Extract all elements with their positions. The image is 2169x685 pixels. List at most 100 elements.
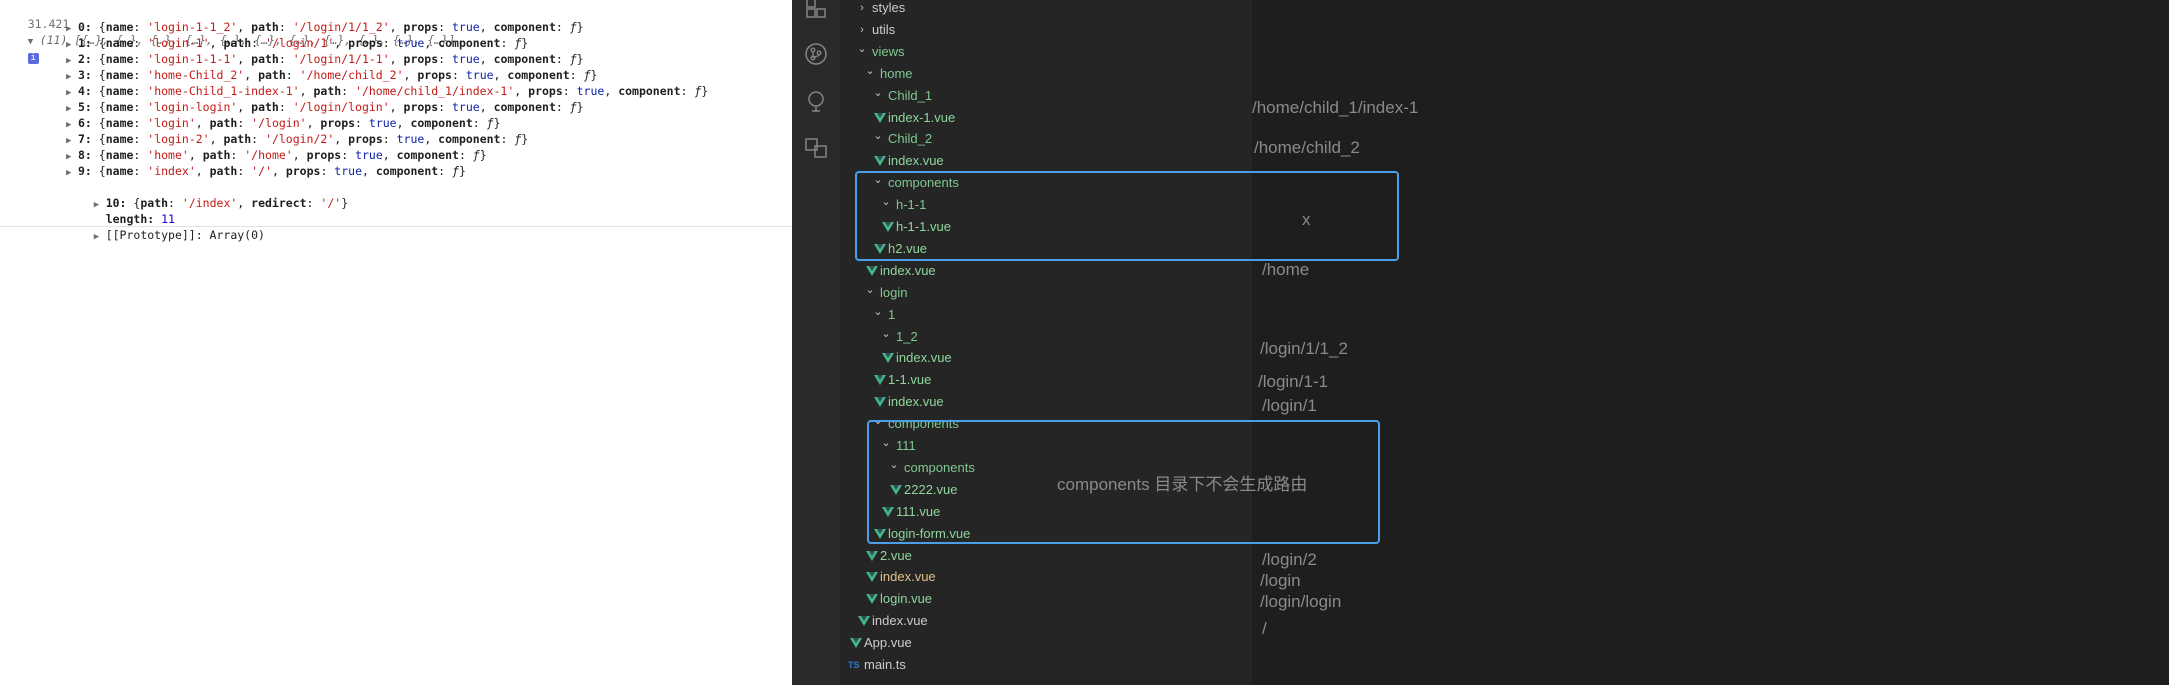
tree-item-label: views (872, 43, 905, 59)
tree-file[interactable]: 2.vueU (840, 545, 1284, 567)
chevron-down-icon[interactable]: ⌄ (864, 279, 876, 301)
annotation-child1: /home/child_1/index-1 (1252, 98, 1419, 117)
console-entry[interactable]: ▶ 0: {name: 'login-1-1_2', path: '/login/… (66, 19, 584, 35)
console-prototype[interactable]: ▶ [[Prototype]]: Array(0) (66, 211, 265, 242)
chevron-down-icon[interactable]: ⌄ (864, 60, 876, 82)
annotation-home: /home (1262, 260, 1310, 279)
tree-file[interactable]: index.vueU (840, 260, 1284, 282)
tree-item-label: main.ts (864, 657, 906, 672)
translate-icon[interactable] (804, 136, 828, 160)
tree-item-label: utils (872, 21, 896, 37)
console-entry[interactable]: ▶ 8: {name: 'home', path: '/home', props:… (66, 147, 487, 163)
annotation-canvas: /home/child_1/index-1 /home/child_2 x /h… (855, 0, 2169, 685)
annotation-child2: /home/child_2 (1254, 138, 1360, 157)
tree-folder[interactable]: ⌄ views (840, 38, 1282, 63)
console-entry-redirect[interactable]: ▶ 10: {path: '/index', redirect: '/'} (66, 179, 348, 210)
vue-file-icon (882, 353, 894, 364)
activity-bar (792, 0, 840, 685)
tree-folder[interactable]: ⌄ login (840, 279, 1282, 304)
console-length: length: 11 (105, 212, 175, 226)
typescript-file-icon: TS (848, 660, 860, 670)
tree-file[interactable]: index.vueM (840, 566, 1285, 588)
tree-item-label: App.vue (864, 635, 912, 651)
tree-file[interactable]: login.vueU (840, 588, 1284, 610)
tree-file[interactable]: App.vue (840, 632, 1252, 654)
tree-item-label: home (880, 65, 913, 81)
console-entry[interactable]: ▶ 2: {name: 'login-1-1-1', path: '/login/… (66, 51, 584, 67)
annotation-components-note: components 目录下不会生成路由 (1057, 475, 1308, 494)
annotation-x-mark: x (1302, 210, 1311, 229)
tree-folder[interactable]: ⌄ Child_2 (840, 125, 1282, 150)
console-entry[interactable]: ▶ 6: {name: 'login', path: '/login', prop… (66, 115, 501, 131)
vue-file-icon (850, 638, 862, 649)
tree-item-label: index.vue (872, 613, 928, 629)
tree-item-label: 1-1.vue (888, 372, 932, 388)
expand-down-icon[interactable]: ▼ (28, 34, 40, 50)
chevron-right-icon[interactable]: › (856, 0, 868, 19)
console-divider (0, 226, 792, 227)
console-entry[interactable]: ▶ 4: {name: 'home-Child_1-index-1', path:… (66, 83, 708, 99)
tree-item-label: 1_2 (896, 328, 918, 344)
chevron-down-icon[interactable]: ⌄ (880, 323, 892, 345)
tree-item-label: Child_2 (888, 131, 933, 147)
annotation-login: /login (1260, 571, 1301, 590)
tree-item-label: Child_1 (888, 87, 933, 103)
extensions-icon[interactable] (804, 0, 828, 20)
source-control-icon[interactable] (804, 42, 828, 66)
tree-file[interactable]: index-1.vueU (840, 107, 1284, 129)
vue-file-icon (858, 616, 870, 627)
vue-file-icon (874, 112, 886, 123)
annotation-login-1: /login/1 (1262, 396, 1317, 415)
console-entry[interactable]: ▶ 1: {name: 'login-1', path: '/login/1', … (66, 35, 528, 51)
chevron-down-icon[interactable]: ⌄ (872, 82, 884, 104)
annotation-root: / (1262, 619, 1267, 638)
tree-file[interactable]: 1-1.vueU (840, 369, 1284, 391)
chevron-down-icon[interactable]: ⌄ (872, 125, 884, 147)
annotation-login-1-1: /login/1-1 (1258, 372, 1328, 391)
vue-file-icon (874, 375, 886, 386)
tree-item-label: login (880, 284, 908, 300)
expand-right-icon[interactable]: ▶ (94, 229, 106, 245)
code-editor: › styles › utils ⌄ views ⌄ home ⌄ Child_1 index-1.… (792, 0, 2169, 685)
tree-item-label: index.vue (896, 350, 952, 366)
annotation-login-login: /login/login (1260, 592, 1342, 611)
tree-item-label: index.vue (880, 569, 936, 585)
tree-item-label: index-1.vue (888, 109, 956, 125)
file-explorer: › styles › utils ⌄ views ⌄ home ⌄ Child_1 index-1.… (840, 0, 1285, 685)
annotation-login-1-1-2: /login/1/1_2 (1260, 339, 1348, 358)
console-array-header[interactable]: 31.421 ▼ (11) [{…}, {…}, {…}, {…}, {…}, {… (0, 0, 455, 64)
console-timestamp: 31.421 (27, 17, 70, 31)
vue-file-icon (866, 550, 878, 561)
tree-folder[interactable]: ⌄ 1 (840, 301, 1282, 326)
tree-folder[interactable]: › utils (840, 19, 1252, 41)
tree-file[interactable]: TS main.ts (840, 654, 1252, 676)
tree-item-label: 2.vue (880, 547, 912, 563)
console-entry[interactable]: ▶ 9: {name: 'index', path: '/', props: tr… (66, 163, 466, 179)
vue-file-icon (874, 397, 886, 408)
console-entry[interactable]: ▶ 5: {name: 'login-login', path: '/login/… (66, 99, 584, 115)
chevron-down-icon[interactable]: ⌄ (856, 38, 868, 60)
tree-item-label: index.vue (880, 262, 936, 278)
tree-file[interactable]: index.vue (840, 610, 1252, 632)
tree-file[interactable]: index.vueU (840, 347, 1284, 369)
highlight-box-home-components (855, 171, 1399, 261)
tree-folder[interactable]: ⌄ Child_1 (840, 82, 1282, 107)
console-entry[interactable]: ▶ 3: {name: 'home-Child_2', path: '/home/… (66, 67, 597, 83)
info-icon[interactable]: i (27, 53, 39, 64)
vue-file-icon (866, 265, 878, 276)
vue-file-icon (874, 156, 886, 167)
remote-explorer-icon[interactable] (804, 89, 828, 113)
vue-file-icon (866, 594, 878, 605)
tree-file[interactable]: index.vueU (840, 150, 1284, 172)
tree-file[interactable]: index.vueU (840, 391, 1284, 413)
tree-item-label: index.vue (888, 394, 944, 410)
vue-file-icon (866, 572, 878, 583)
console-entry[interactable]: ▶ 7: {name: 'login-2', path: '/login/2', … (66, 131, 528, 147)
chevron-down-icon[interactable]: ⌄ (872, 301, 884, 323)
tree-folder[interactable]: ⌄ home (840, 60, 1282, 85)
tree-item-label: login.vue (880, 591, 933, 607)
tree-item-label: styles (872, 0, 906, 15)
tree-folder[interactable]: ⌄ 1_2 (840, 323, 1282, 348)
tree-folder[interactable]: › styles (840, 0, 1252, 19)
tree-item-label: index.vue (888, 153, 944, 169)
